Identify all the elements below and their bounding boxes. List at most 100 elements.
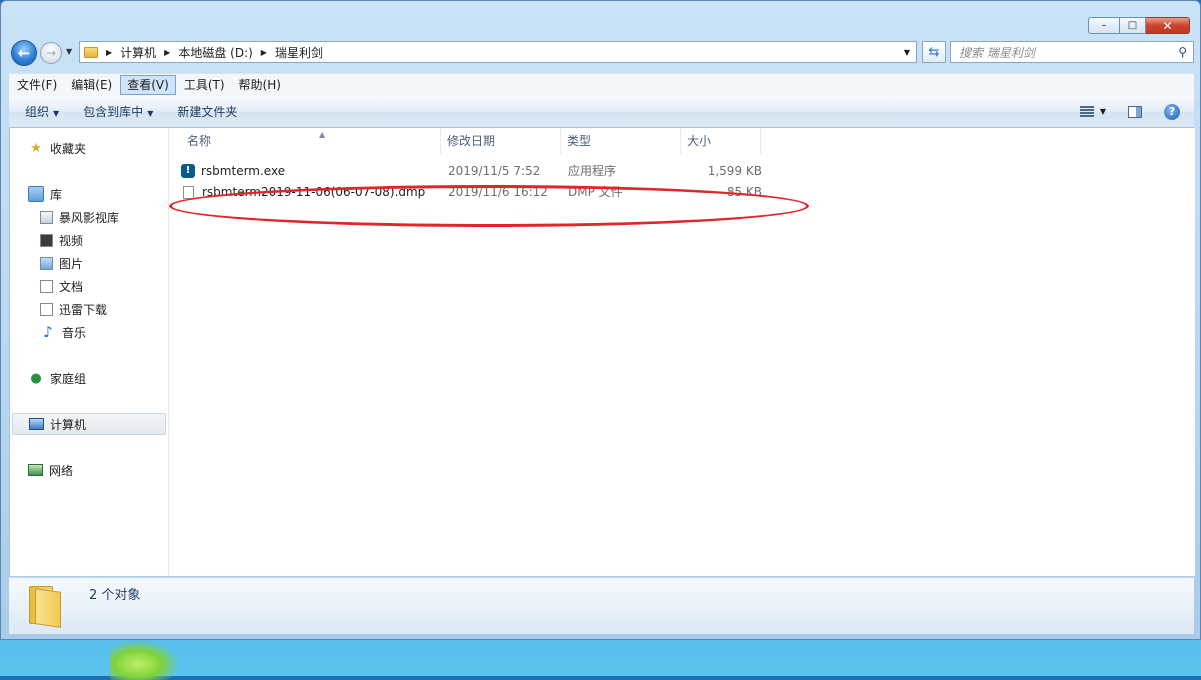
file-name-cell: ! rsbmterm.exe [181, 161, 285, 181]
column-header-type[interactable]: 类型 [561, 128, 681, 154]
change-view-icon[interactable] [1079, 105, 1094, 118]
file-type: DMP 文件 [568, 185, 623, 199]
sidebar-item-label: 音乐 [62, 325, 87, 340]
command-bar: 组织 ▼ 包含到库中 ▼ 新建文件夹 ▼ ? [9, 96, 1194, 128]
breadcrumb-separator-icon[interactable]: ▶ [164, 48, 170, 57]
desktop-wallpaper-leaf [110, 640, 180, 680]
document-icon [183, 185, 194, 199]
content-area: ★ 收藏夹 库 暴风影视库 视频 图片 文档 迅雷下载 ♪ 音乐 ● 家庭组 计… [9, 128, 1195, 576]
music-note-icon: ♪ [43, 323, 53, 341]
back-button[interactable]: ← [11, 40, 37, 66]
include-in-library-button[interactable]: 包含到库中 ▼ [75, 100, 161, 124]
close-button[interactable]: ✕ [1146, 17, 1190, 34]
menu-help[interactable]: 帮助(H) [233, 75, 287, 95]
folder-icon [29, 586, 61, 628]
organize-button[interactable]: 组织 ▼ [17, 100, 67, 124]
details-pane: 2 个对象 [9, 577, 1194, 634]
sidebar-item-label: 家庭组 [50, 371, 87, 386]
view-options-dropdown-icon[interactable]: ▼ [1100, 107, 1106, 116]
library-icon [28, 186, 44, 202]
file-name-cell: rsbmterm2019-11-06(06-07-08).dmp [181, 182, 425, 202]
maximize-button[interactable]: □ [1120, 17, 1146, 34]
toolbar-right: ▼ ? [1079, 103, 1180, 120]
menu-edit[interactable]: 编辑(E) [65, 75, 118, 95]
sidebar-item-documents[interactable]: 文档 [10, 275, 168, 297]
file-row-rsbmterm-exe[interactable]: ! rsbmterm.exe 2019/11/5 7:52 应用程序 1,599… [181, 161, 781, 181]
file-size: 85 KB [726, 185, 762, 199]
document-icon [40, 279, 53, 293]
explorer-window: – □ ✕ ← → ▼ ▶ 计算机 ▶ 本地磁盘 (D:) ▶ 瑞星利剑 ▼ ⇆… [0, 0, 1201, 640]
chevron-down-icon: ▼ [53, 108, 60, 118]
sidebar-item-label: 计算机 [50, 417, 87, 432]
sidebar-item-label: 暴风影视库 [59, 210, 120, 225]
search-input[interactable]: 搜索 瑞星利剑 ⚲ [950, 41, 1194, 63]
folder-icon [84, 46, 98, 58]
sidebar-item-label: 视频 [59, 233, 84, 248]
item-count: 2 个对象 [89, 588, 141, 603]
minimize-button[interactable]: – [1088, 17, 1120, 34]
breadcrumb-separator-icon[interactable]: ▶ [106, 48, 112, 57]
preview-pane-icon[interactable] [1128, 105, 1142, 118]
sidebar-item-label: 文档 [59, 279, 84, 294]
download-folder-icon [40, 302, 53, 316]
menu-view[interactable]: 查看(V) [120, 75, 176, 95]
column-label: 名称 [187, 134, 212, 148]
menu-bar: 文件(F) 编辑(E) 查看(V) 工具(T) 帮助(H) [9, 73, 1194, 96]
exe-icon: ! [181, 164, 195, 178]
column-header-date-modified[interactable]: 修改日期 [441, 128, 561, 154]
sidebar-item-label: 图片 [59, 256, 84, 271]
search-icon[interactable]: ⚲ [1178, 45, 1187, 59]
address-bar[interactable]: ▶ 计算机 ▶ 本地磁盘 (D:) ▶ 瑞星利剑 ▼ [79, 41, 917, 63]
sidebar-item-label: 收藏夹 [50, 141, 87, 156]
sidebar-item-label: 库 [50, 187, 63, 202]
file-name: rsbmterm2019-11-06(06-07-08).dmp [202, 185, 426, 199]
sidebar-item-libraries[interactable]: 库 [10, 183, 168, 205]
file-name: rsbmterm.exe [201, 164, 286, 178]
help-icon[interactable]: ? [1164, 103, 1180, 120]
file-row-rsbmterm-dmp[interactable]: rsbmterm2019-11-06(06-07-08).dmp 2019/11… [181, 182, 781, 202]
caption-buttons: – □ ✕ [1088, 17, 1190, 34]
video-library-icon [40, 210, 53, 224]
film-icon [40, 233, 53, 247]
sort-ascending-icon: ▲ [319, 130, 326, 139]
breadcrumb-separator-icon[interactable]: ▶ [261, 48, 267, 57]
navigation-bar: ← → ▼ ▶ 计算机 ▶ 本地磁盘 (D:) ▶ 瑞星利剑 ▼ ⇆ 搜索 瑞星… [9, 39, 1194, 67]
sidebar-item-baofeng-library[interactable]: 暴风影视库 [10, 206, 168, 228]
sidebar-item-music[interactable]: ♪ 音乐 [10, 321, 168, 343]
star-icon: ★ [30, 140, 42, 156]
file-date: 2019/11/5 7:52 [448, 164, 541, 178]
menu-tools[interactable]: 工具(T) [178, 75, 231, 95]
sidebar-item-network[interactable]: 网络 [10, 459, 168, 481]
sidebar-item-favorites[interactable]: ★ 收藏夹 [10, 137, 168, 159]
breadcrumb-local-disk[interactable]: 本地磁盘 (D:) [178, 44, 252, 61]
file-type: 应用程序 [568, 164, 617, 178]
sidebar-item-pictures[interactable]: 图片 [10, 252, 168, 274]
refresh-button[interactable]: ⇆ [922, 41, 946, 63]
search-placeholder: 搜索 瑞星利剑 [959, 45, 1035, 60]
forward-button[interactable]: → [40, 42, 62, 64]
organize-label: 组织 [25, 104, 50, 119]
navigation-pane[interactable]: ★ 收藏夹 库 暴风影视库 视频 图片 文档 迅雷下载 ♪ 音乐 ● 家庭组 计… [10, 128, 169, 576]
column-header-name[interactable]: 名称 ▲ [181, 128, 441, 154]
computer-icon [29, 418, 44, 430]
address-dropdown-icon[interactable]: ▼ [904, 48, 910, 57]
breadcrumb-computer[interactable]: 计算机 [120, 44, 156, 61]
file-date: 2019/11/6 16:12 [448, 185, 548, 199]
sidebar-item-computer[interactable]: 计算机 [12, 413, 166, 435]
file-size: 1,599 KB [707, 164, 762, 178]
menu-file[interactable]: 文件(F) [11, 75, 63, 95]
include-in-library-label: 包含到库中 [83, 104, 144, 119]
recent-pages-dropdown[interactable]: ▼ [66, 47, 72, 56]
picture-icon [40, 256, 53, 270]
sidebar-item-homegroup[interactable]: ● 家庭组 [10, 367, 168, 389]
sidebar-item-videos[interactable]: 视频 [10, 229, 168, 251]
file-list[interactable]: 名称 ▲ 修改日期 类型 大小 ! rsbmterm.exe 2019/11/5… [169, 128, 1195, 576]
breadcrumb-current-folder[interactable]: 瑞星利剑 [275, 44, 323, 61]
sidebar-item-label: 网络 [49, 463, 74, 478]
chevron-down-icon: ▼ [147, 108, 154, 118]
sidebar-item-thunder-downloads[interactable]: 迅雷下载 [10, 298, 168, 320]
column-header-size[interactable]: 大小 [681, 128, 761, 154]
network-icon [28, 464, 43, 476]
sidebar-item-label: 迅雷下载 [59, 302, 108, 317]
new-folder-button[interactable]: 新建文件夹 [169, 100, 245, 124]
